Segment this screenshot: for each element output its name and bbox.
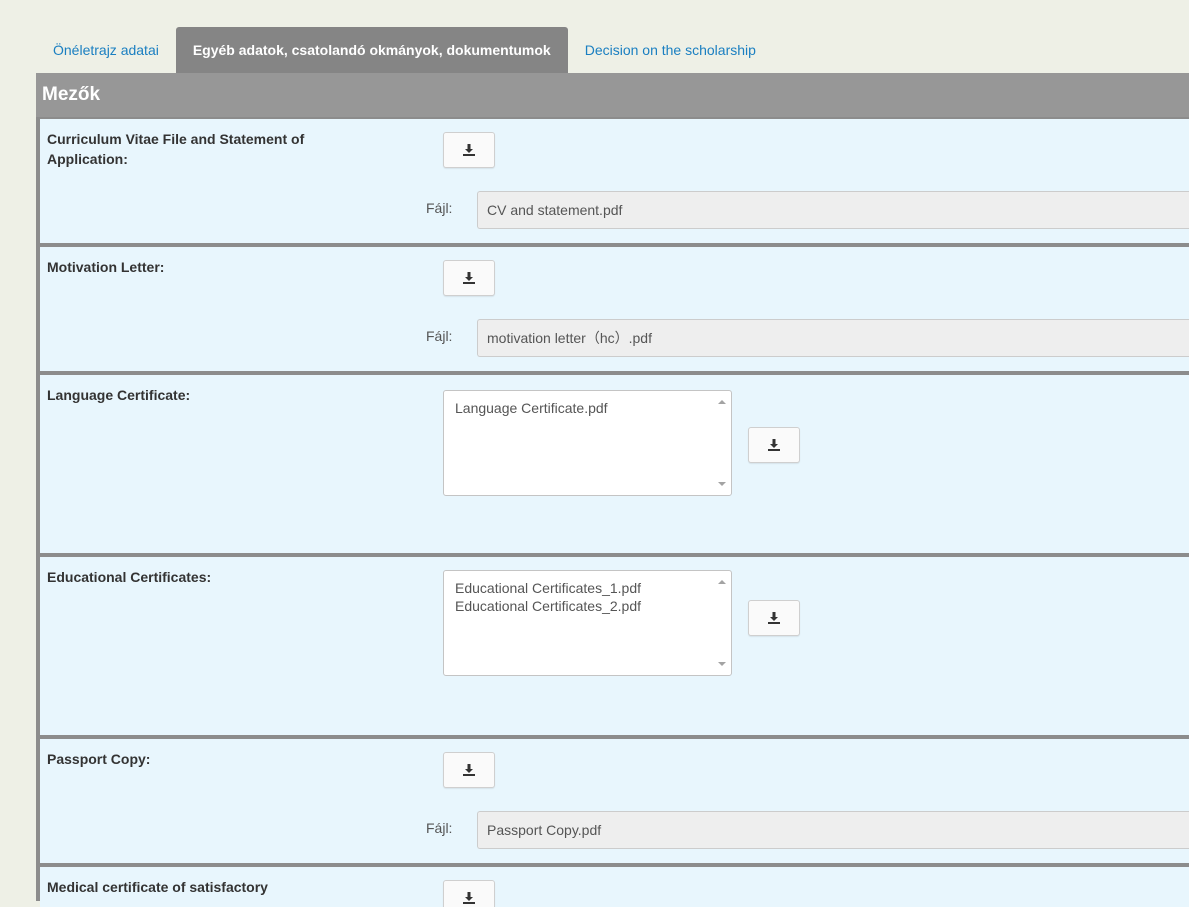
download-icon [768, 612, 780, 624]
tab-scholarship-decision[interactable]: Decision on the scholarship [568, 27, 773, 73]
field-row-motivation: Motivation Letter: Fájl: motivation lett… [40, 247, 1189, 371]
download-icon [463, 892, 475, 904]
scroll-down-arrow-icon[interactable] [718, 482, 726, 486]
field-row-medical: Medical certificate of satisfactory [40, 867, 1189, 907]
download-button-medical[interactable] [443, 880, 495, 907]
file-field-cv: CV and statement.pdf [477, 191, 1189, 229]
download-button-language[interactable] [748, 427, 800, 463]
field-row-educational: Educational Certificates: Educational Ce… [40, 557, 1189, 735]
download-button-cv[interactable] [443, 132, 495, 168]
tab-cv-data[interactable]: Önéletrajz adatai [36, 27, 176, 73]
list-item[interactable]: Educational Certificates_2.pdf [455, 597, 641, 615]
field-label-passport: Passport Copy: [47, 751, 151, 767]
field-row-cv: Curriculum Vitae File and Statement of A… [40, 119, 1189, 243]
list-item[interactable]: Educational Certificates_1.pdf [455, 579, 641, 597]
fields-panel: Mezők Curriculum Vitae File and Statemen… [36, 73, 1189, 907]
file-list-language[interactable]: Language Certificate.pdf [443, 390, 732, 496]
scrollbar[interactable] [714, 391, 731, 495]
field-label-educational: Educational Certificates: [47, 569, 212, 585]
field-label-medical: Medical certificate of satisfactory [47, 879, 268, 895]
field-label-motivation: Motivation Letter: [47, 259, 165, 275]
file-prefix-label: Fájl: [426, 820, 453, 836]
field-label-language: Language Certificate: [47, 387, 191, 403]
field-row-passport: Passport Copy: Fájl: Passport Copy.pdf [40, 739, 1189, 863]
field-label-cv: Curriculum Vitae File and Statement of A… [47, 131, 305, 167]
scrollbar[interactable] [714, 571, 731, 675]
download-button-passport[interactable] [443, 752, 495, 788]
download-button-motivation[interactable] [443, 260, 495, 296]
list-item[interactable]: Language Certificate.pdf [455, 399, 608, 417]
download-icon [463, 272, 475, 284]
panel-title: Mezők [36, 73, 1189, 117]
download-icon [768, 439, 780, 451]
file-prefix-label: Fájl: [426, 200, 453, 216]
file-field-passport: Passport Copy.pdf [477, 811, 1189, 849]
scroll-up-arrow-icon[interactable] [718, 580, 726, 584]
file-prefix-label: Fájl: [426, 328, 453, 344]
scroll-down-arrow-icon[interactable] [718, 662, 726, 666]
tab-bar: Önéletrajz adatai Egyéb adatok, csatolan… [36, 27, 1189, 73]
download-icon [463, 144, 475, 156]
download-button-educational[interactable] [748, 600, 800, 636]
field-row-language: Language Certificate: Language Certifica… [40, 375, 1189, 553]
file-list-educational[interactable]: Educational Certificates_1.pdf Education… [443, 570, 732, 676]
download-icon [463, 764, 475, 776]
file-field-motivation: motivation letter（hc）.pdf [477, 319, 1189, 357]
tab-other-documents[interactable]: Egyéb adatok, csatolandó okmányok, dokum… [175, 27, 568, 73]
scroll-up-arrow-icon[interactable] [718, 400, 726, 404]
